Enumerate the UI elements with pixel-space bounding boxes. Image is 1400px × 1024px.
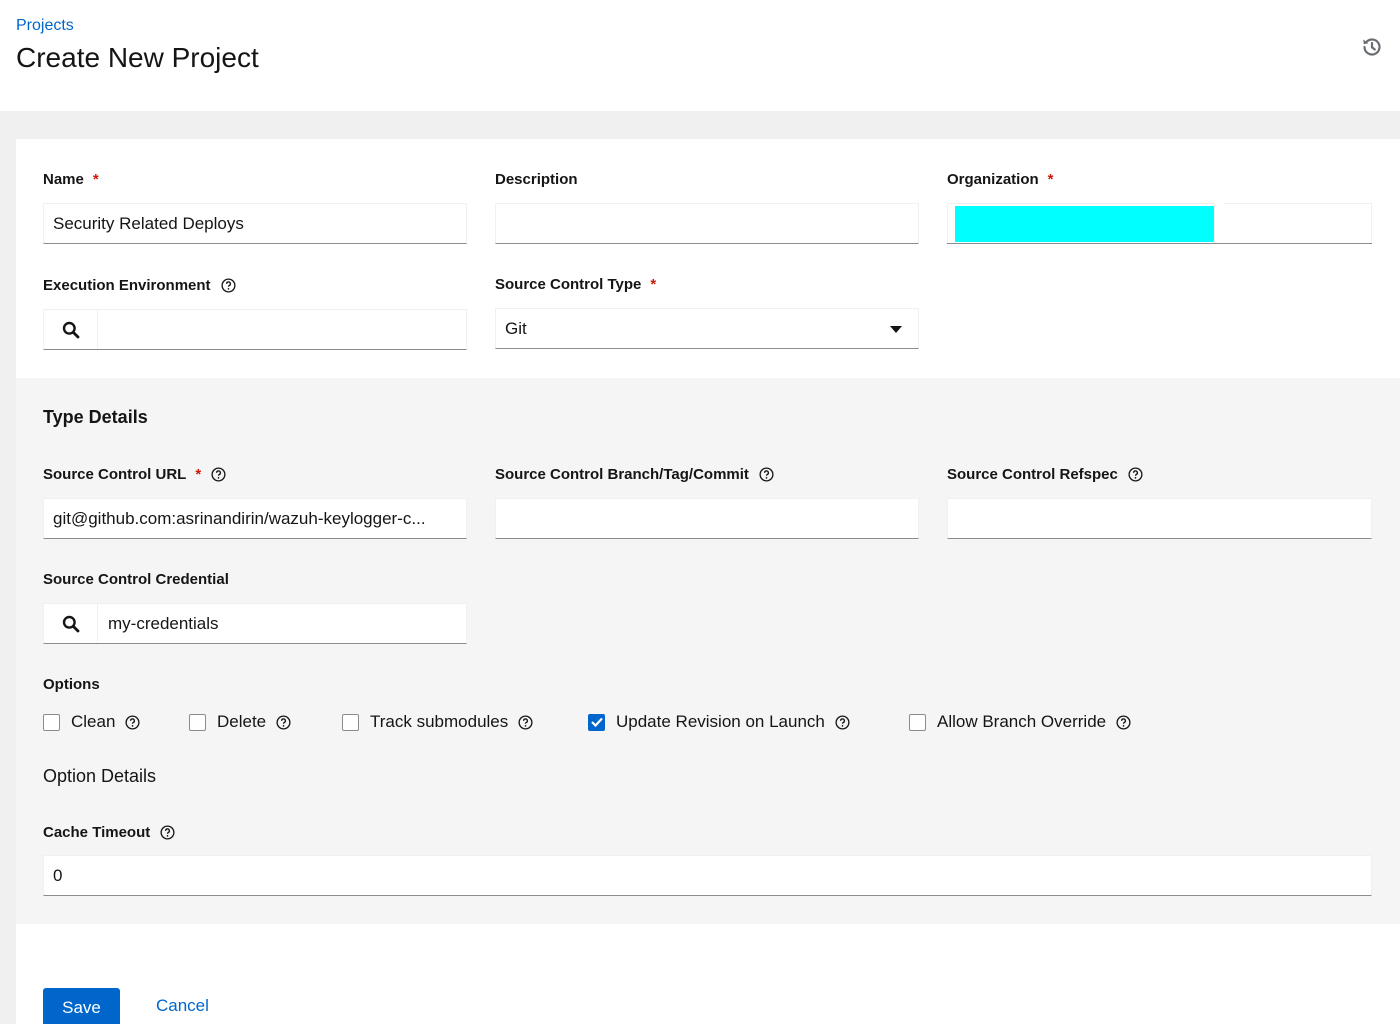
required-marker: *	[195, 466, 202, 483]
option-track-submodules[interactable]: Track submodules	[342, 709, 533, 735]
description-label-text: Description	[495, 171, 578, 188]
name-input-field[interactable]	[53, 213, 466, 234]
execution-environment-label: Execution Environment	[43, 277, 236, 294]
track-submodules-checkbox[interactable]	[342, 713, 359, 731]
organization-label: Organization *	[947, 171, 1054, 188]
source-control-url-input[interactable]: git@github.com:asrinandirin/wazuh-keylog…	[43, 498, 467, 539]
type-details-section	[16, 378, 1400, 924]
execution-environment-label-text: Execution Environment	[43, 277, 211, 294]
search-icon[interactable]	[44, 604, 98, 643]
source-control-branch-input[interactable]	[495, 498, 919, 539]
help-circle-icon[interactable]	[276, 714, 291, 730]
history-icon[interactable]	[1360, 35, 1384, 59]
source-control-branch-label-text: Source Control Branch/Tag/Commit	[495, 466, 749, 483]
description-input[interactable]	[495, 203, 919, 244]
organization-lookup-button[interactable]	[947, 203, 1215, 243]
cache-timeout-label-text: Cache Timeout	[43, 824, 151, 841]
cache-timeout-label: Cache Timeout	[43, 824, 175, 841]
description-label: Description	[495, 171, 578, 188]
option-label: Allow Branch Override	[937, 712, 1107, 731]
source-control-refspec-input[interactable]	[947, 498, 1372, 539]
option-label: Track submodules	[370, 712, 509, 731]
redacted-block	[955, 205, 1214, 242]
cache-timeout-input[interactable]	[43, 855, 1372, 896]
source-control-branch-field[interactable]	[505, 508, 918, 529]
page-header: Projects Create New Project	[0, 0, 1400, 111]
option-label: Clean	[71, 712, 116, 731]
organization-lookup[interactable]	[947, 203, 1372, 244]
clean-checkbox[interactable]	[43, 713, 60, 731]
page-title: Create New Project	[16, 42, 259, 73]
search-icon[interactable]	[44, 310, 98, 349]
caret-down-icon	[890, 319, 902, 339]
option-details-title: Option Details	[43, 766, 157, 786]
check-icon	[590, 717, 603, 727]
name-label: Name *	[43, 171, 99, 188]
cache-timeout-field[interactable]	[53, 865, 1371, 886]
type-details-title: Type Details	[43, 407, 148, 427]
help-circle-icon[interactable]	[1116, 714, 1131, 730]
help-circle-icon[interactable]	[220, 278, 236, 293]
required-marker: *	[92, 171, 99, 188]
description-input-field[interactable]	[505, 213, 918, 234]
source-control-refspec-field[interactable]	[957, 508, 1371, 529]
source-control-credential-label: Source Control Credential	[43, 571, 229, 588]
cancel-button[interactable]: Cancel	[156, 996, 209, 1016]
organization-field[interactable]	[1224, 203, 1372, 243]
source-control-url-label: Source Control URL *	[43, 466, 226, 483]
organization-label-text: Organization	[947, 171, 1039, 188]
option-allow-branch-override[interactable]: Allow Branch Override	[909, 709, 1131, 735]
option-delete[interactable]: Delete	[189, 709, 291, 735]
source-control-refspec-label-text: Source Control Refspec	[947, 466, 1118, 483]
source-control-credential-lookup[interactable]: my-credentials	[43, 603, 467, 644]
save-button[interactable]: Save	[43, 988, 120, 1024]
execution-environment-field[interactable]	[98, 310, 466, 349]
source-control-url-value: git@github.com:asrinandirin/wazuh-keylog…	[53, 508, 426, 528]
option-clean[interactable]: Clean	[43, 709, 140, 735]
option-update-revision-on-launch[interactable]: Update Revision on Launch	[588, 709, 850, 735]
name-input[interactable]	[43, 203, 467, 244]
source-control-branch-label: Source Control Branch/Tag/Commit	[495, 466, 774, 483]
source-control-type-label: Source Control Type *	[495, 276, 656, 293]
option-label: Delete	[217, 712, 267, 731]
help-circle-icon[interactable]	[125, 714, 140, 730]
help-circle-icon[interactable]	[160, 825, 175, 840]
delete-checkbox[interactable]	[189, 713, 206, 731]
breadcrumb-projects[interactable]: Projects	[16, 17, 74, 35]
source-control-type-select[interactable]: Git	[495, 308, 919, 349]
help-circle-icon[interactable]	[518, 714, 533, 730]
required-marker: *	[650, 276, 657, 293]
source-control-refspec-label: Source Control Refspec	[947, 466, 1143, 483]
help-circle-icon[interactable]	[835, 714, 850, 730]
help-circle-icon[interactable]	[1128, 467, 1143, 482]
allow-branch-override-checkbox[interactable]	[909, 713, 926, 731]
source-control-credential-label-text: Source Control Credential	[43, 571, 229, 588]
source-control-type-value: Git	[505, 318, 527, 338]
execution-environment-lookup[interactable]	[43, 309, 467, 350]
source-control-credential-field[interactable]: my-credentials	[98, 604, 466, 643]
name-label-text: Name	[43, 171, 84, 188]
source-control-url-label-text: Source Control URL	[43, 466, 187, 483]
help-circle-icon[interactable]	[759, 467, 774, 482]
help-circle-icon[interactable]	[211, 467, 226, 482]
source-control-type-label-text: Source Control Type	[495, 276, 642, 293]
required-marker: *	[1047, 171, 1054, 188]
options-label: Options	[43, 676, 100, 693]
option-label: Update Revision on Launch	[616, 712, 825, 731]
update-revision-checkbox[interactable]	[588, 713, 605, 731]
